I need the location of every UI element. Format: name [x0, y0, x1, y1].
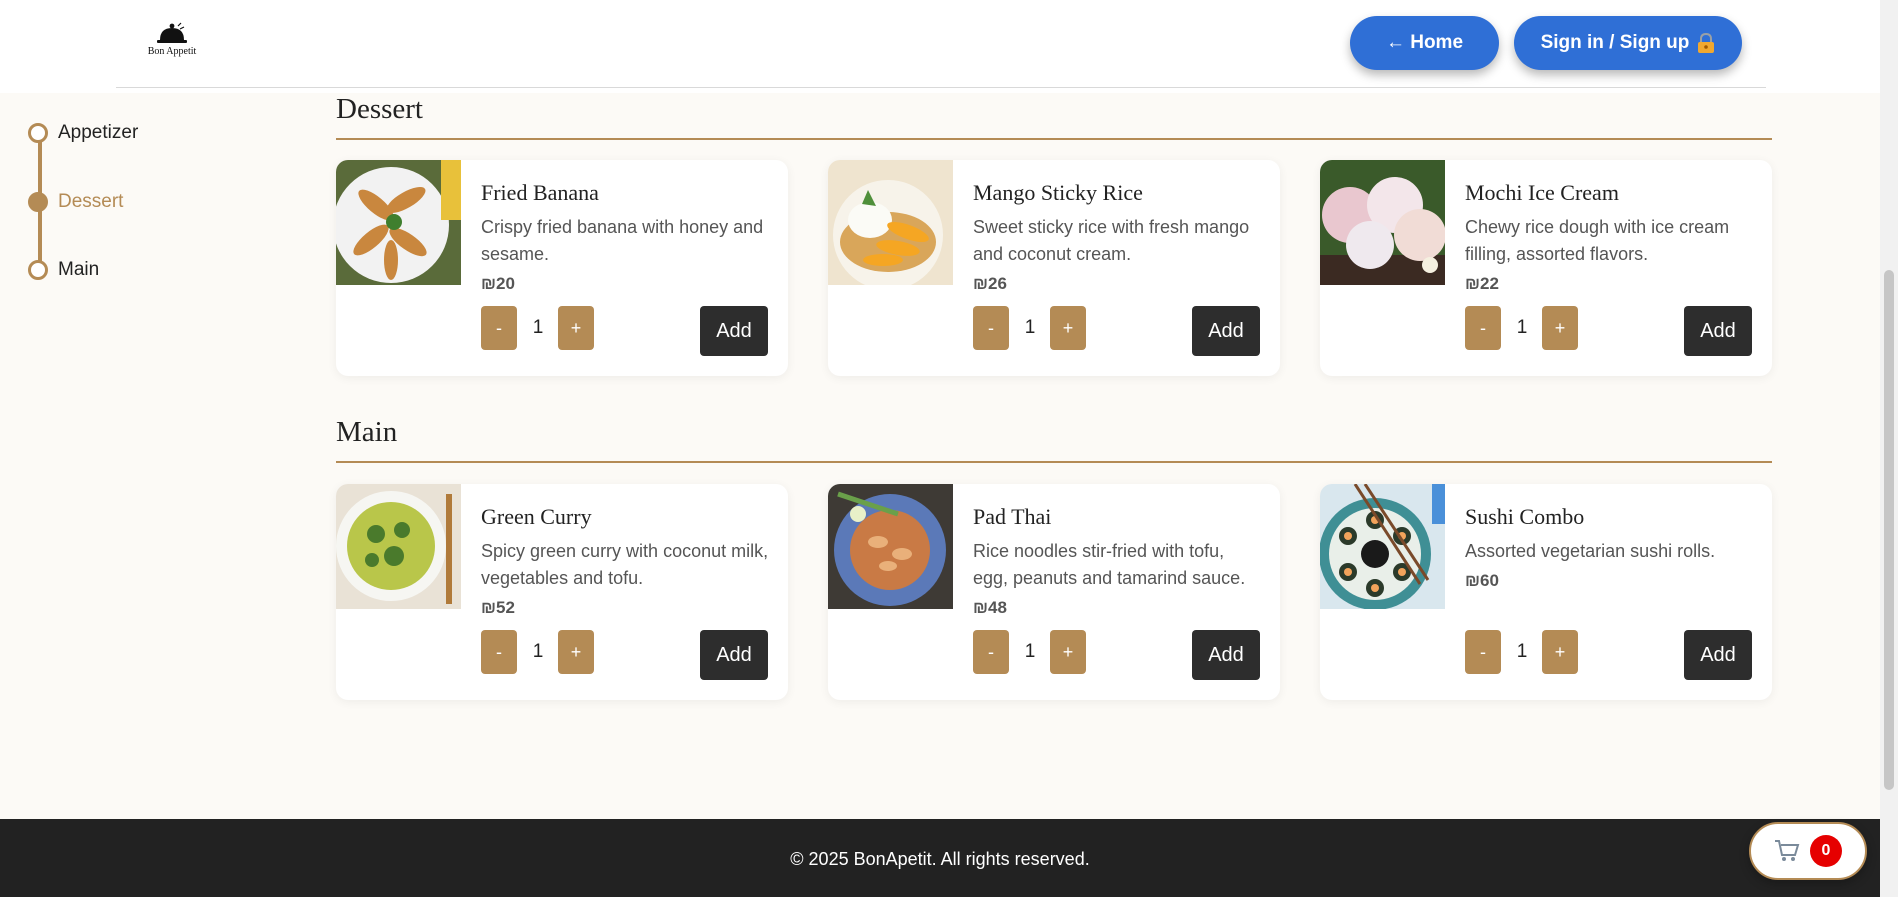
increase-qty-button[interactable]: + [1542, 630, 1578, 674]
sidebar-item-label: Main [58, 259, 100, 280]
mango-sticky-rice-image [828, 160, 953, 285]
card-body: Pad Thai Rice noodles stir-fried with to… [973, 504, 1263, 618]
sidebar-item-label: Dessert [58, 191, 124, 212]
item-name: Sushi Combo [1465, 504, 1585, 529]
decrease-qty-button[interactable]: - [481, 630, 517, 674]
item-price: ₪26 [973, 274, 1007, 293]
mochi-ice-cream-image [1320, 160, 1445, 285]
quantity-value: 1 [1516, 317, 1528, 338]
sign-in-button[interactable]: Sign in / Sign up [1514, 16, 1742, 70]
menu-card: Pad Thai Rice noodles stir-fried with to… [828, 484, 1280, 700]
cloche-icon [157, 22, 187, 43]
green-curry-image [336, 484, 461, 609]
home-button[interactable]: ← Home [1350, 16, 1499, 70]
logo[interactable]: Bon Appetit [142, 22, 202, 64]
decrease-qty-button[interactable]: - [481, 306, 517, 350]
copyright-text: © 2025 BonApetit. All rights reserved. [790, 849, 1090, 869]
card-body: Mango Sticky Rice Sweet sticky rice with… [973, 180, 1263, 294]
menu-card: Green Curry Spicy green curry with cocon… [336, 484, 788, 700]
section-title-dessert: Dessert [336, 93, 423, 125]
decrease-qty-button[interactable]: - [973, 630, 1009, 674]
sign-in-button-label: Sign in / Sign up [1540, 32, 1690, 53]
item-price: ₪48 [973, 598, 1007, 617]
item-price: ₪22 [1465, 274, 1499, 293]
item-price: ₪20 [481, 274, 515, 293]
item-name: Green Curry [481, 504, 592, 529]
page-scrollbar[interactable] [1880, 0, 1898, 897]
increase-qty-button[interactable]: + [1050, 630, 1086, 674]
add-to-cart-button[interactable]: Add [700, 630, 768, 680]
fried-banana-image [336, 160, 461, 285]
add-to-cart-button[interactable]: Add [1684, 306, 1752, 356]
increase-qty-button[interactable]: + [1050, 306, 1086, 350]
quantity-value: 1 [532, 641, 544, 662]
menu-card: Mochi Ice Cream Chewy rice dough with ic… [1320, 160, 1772, 376]
item-price: ₪52 [481, 598, 515, 617]
item-name: Mango Sticky Rice [973, 180, 1143, 205]
item-description: Assorted vegetarian sushi rolls. [1465, 541, 1716, 561]
scrollbar-thumb[interactable] [1884, 270, 1894, 790]
sushi-combo-image [1320, 484, 1445, 609]
add-to-cart-button[interactable]: Add [700, 306, 768, 356]
cart-button[interactable]: 0 [1749, 822, 1867, 880]
decrease-qty-button[interactable]: - [973, 306, 1009, 350]
increase-qty-button[interactable]: + [558, 630, 594, 674]
site-header: Bon Appetit ← Home Sign in / Sign up [0, 0, 1898, 93]
menu-card: Mango Sticky Rice Sweet sticky rice with… [828, 160, 1280, 376]
item-name: Fried Banana [481, 180, 599, 205]
item-description: Spicy green curry with coconut milk, veg… [481, 541, 769, 588]
header-divider [116, 87, 1766, 88]
card-body: Green Curry Spicy green curry with cocon… [481, 504, 771, 618]
pad-thai-image [828, 484, 953, 609]
step-dot [28, 123, 48, 143]
menu-card: Fried Banana Crispy fried banana with ho… [336, 160, 788, 376]
decrease-qty-button[interactable]: - [1465, 630, 1501, 674]
logo-text: Bon Appetit [147, 46, 197, 57]
add-to-cart-button[interactable]: Add [1192, 630, 1260, 680]
item-description: Crispy fried banana with honey and sesam… [481, 217, 764, 264]
add-to-cart-button[interactable]: Add [1192, 306, 1260, 356]
quantity-value: 1 [532, 317, 544, 338]
sidebar-item-dessert[interactable]: Dessert [28, 191, 123, 213]
step-dot [28, 260, 48, 280]
section-divider [336, 138, 1772, 140]
sidebar-item-label: Appetizer [58, 122, 139, 143]
menu-card: Sushi Combo Assorted vegetarian sushi ro… [1320, 484, 1772, 700]
item-description: Sweet sticky rice with fresh mango and c… [973, 217, 1250, 264]
add-to-cart-button[interactable]: Add [1684, 630, 1752, 680]
sidebar-item-main[interactable]: Main [28, 259, 99, 281]
item-name: Mochi Ice Cream [1465, 180, 1619, 205]
item-price: ₪60 [1465, 571, 1499, 590]
lock-icon [1698, 33, 1715, 53]
card-body: Mochi Ice Cream Chewy rice dough with ic… [1465, 180, 1755, 294]
step-dot-active [28, 192, 48, 212]
cart-icon [1775, 840, 1800, 861]
card-body: Sushi Combo Assorted vegetarian sushi ro… [1465, 504, 1755, 591]
increase-qty-button[interactable]: + [558, 306, 594, 350]
decrease-qty-button[interactable]: - [1465, 306, 1501, 350]
quantity-value: 1 [1516, 641, 1528, 662]
item-description: Chewy rice dough with ice cream filling,… [1465, 217, 1730, 264]
item-description: Rice noodles stir-fried with tofu, egg, … [973, 541, 1246, 588]
quantity-value: 1 [1024, 317, 1036, 338]
home-button-label: ← Home [1385, 32, 1464, 53]
section-divider [336, 461, 1772, 463]
card-body: Fried Banana Crispy fried banana with ho… [481, 180, 771, 294]
cart-count-badge: 0 [1810, 835, 1842, 867]
sidebar-item-appetizer[interactable]: Appetizer [28, 122, 138, 144]
item-name: Pad Thai [973, 504, 1052, 529]
increase-qty-button[interactable]: + [1542, 306, 1578, 350]
quantity-value: 1 [1024, 641, 1036, 662]
site-footer: © 2025 BonApetit. All rights reserved. [0, 819, 1898, 897]
section-title-main: Main [336, 416, 398, 448]
